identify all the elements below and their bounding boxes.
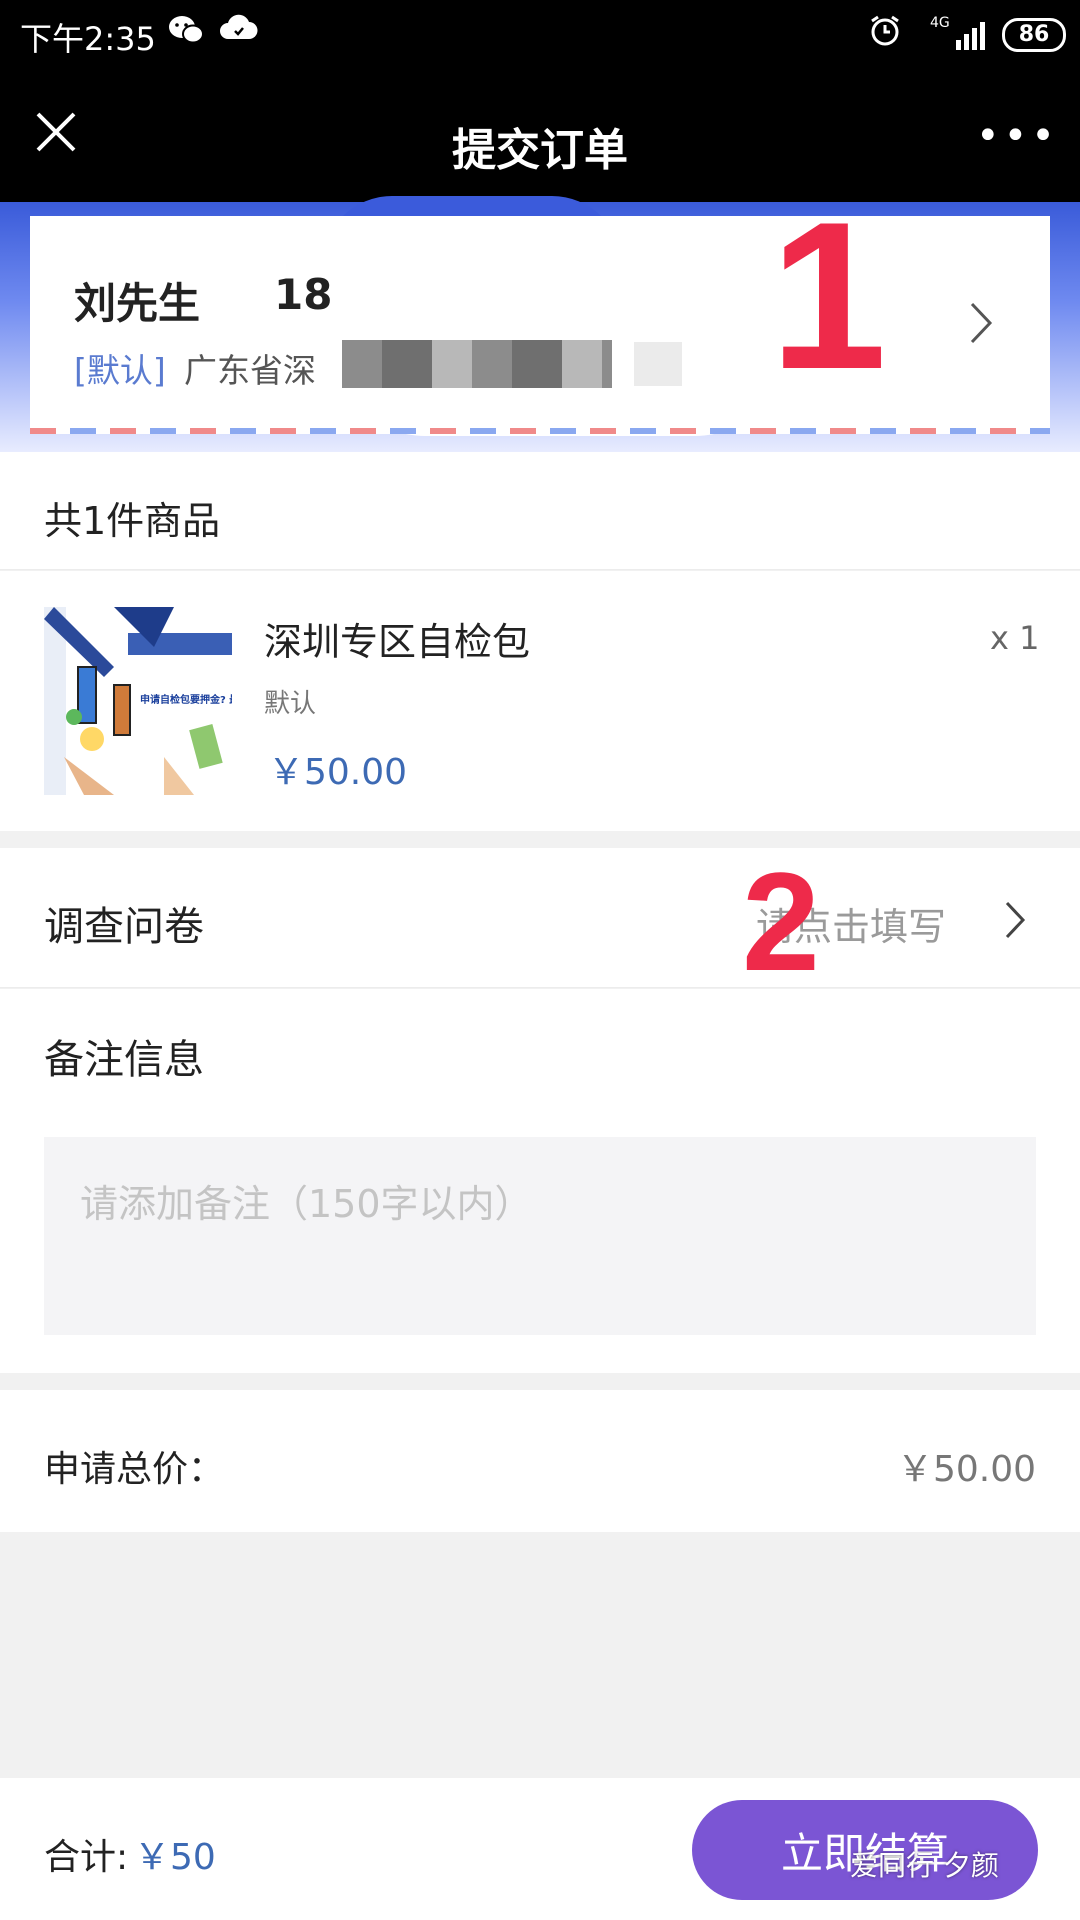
- product-thumbnail: 申请自检包要押金? 最快结果时间是!: [44, 607, 232, 795]
- status-time: 下午2:35: [20, 20, 156, 58]
- default-tag: [默认]: [74, 351, 166, 390]
- annotation-number-1: 1: [770, 178, 887, 413]
- page-title: 提交订单: [452, 125, 628, 176]
- address-card[interactable]: 刘先生 18 [默认] 广东省深: [30, 216, 1050, 436]
- recipient-phone: 18: [274, 270, 333, 319]
- chevron-right-icon[interactable]: [968, 300, 994, 346]
- survey-label: 调查问卷: [44, 904, 204, 950]
- status-bar: 下午2:35 4G 86: [0, 0, 1080, 70]
- product-spec: 默认: [264, 689, 317, 719]
- watermark-text: 爱同行 夕颜: [850, 1849, 999, 1882]
- recipient-name: 刘先生: [74, 279, 201, 328]
- product-price: ￥50.00: [268, 752, 408, 793]
- battery-icon: 86: [1002, 18, 1066, 52]
- product-quantity: x 1: [990, 619, 1040, 657]
- annotation-number-2: 2: [742, 843, 820, 1000]
- wechat-icon: [168, 14, 204, 54]
- product-name: 深圳专区自检包: [264, 620, 531, 664]
- remark-input[interactable]: [44, 1137, 1036, 1335]
- redaction-blur: [634, 342, 682, 386]
- alarm-icon: [868, 14, 902, 56]
- redaction-blur: [342, 340, 612, 388]
- more-icon[interactable]: •••: [976, 116, 1059, 156]
- survey-row[interactable]: 调查问卷 请点击填写: [0, 848, 1080, 988]
- network-type-label: 4G: [930, 15, 950, 31]
- address-text: 广东省深: [184, 351, 316, 390]
- airmail-border: [30, 428, 1050, 434]
- remark-label: 备注信息: [44, 1037, 204, 1083]
- nav-bar: 提交订单 •••: [0, 70, 1080, 202]
- item-count-section: 共1件商品: [0, 452, 1080, 570]
- remark-section: 备注信息: [0, 989, 1080, 1373]
- sum-label: 合计:: [44, 1837, 129, 1878]
- cloud-icon: [218, 12, 258, 52]
- chevron-right-icon[interactable]: [1004, 900, 1026, 940]
- total-label: 申请总价：: [44, 1449, 225, 1490]
- product-row[interactable]: 申请自检包要押金? 最快结果时间是! 深圳专区自检包 默认 ￥50.00 x 1: [0, 571, 1080, 831]
- item-count-label: 共1件商品: [44, 499, 221, 543]
- thumb-banner-text: 申请自检包要押金? 最快结果时间是!: [140, 693, 232, 706]
- total-value: ￥50.00: [896, 1449, 1036, 1490]
- sum-value: ￥50: [134, 1837, 216, 1878]
- total-section: 申请总价： ￥50.00: [0, 1390, 1080, 1532]
